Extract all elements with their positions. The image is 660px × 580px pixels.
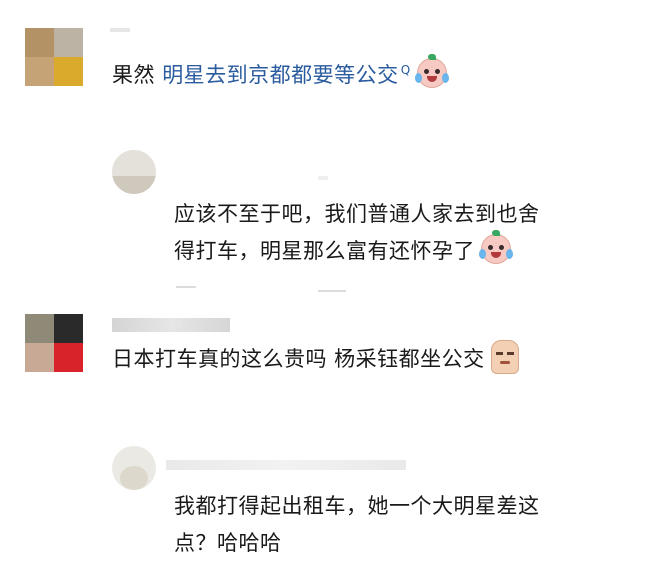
- username-placeholder[interactable]: [166, 460, 406, 470]
- reply-line-1: 我都打得起出租车，她一个大明星差这: [174, 494, 540, 518]
- reply-avatar[interactable]: [112, 150, 156, 194]
- avatar[interactable]: [25, 28, 83, 86]
- reply-avatar[interactable]: [112, 446, 156, 490]
- divider: [176, 286, 196, 288]
- comment-text: 果然 明星去到京都都要等公交 Q: [112, 52, 449, 94]
- reply-text: 应该不至于吧，我们普通人家去到也舍 得打车，明星那么富有还怀孕了: [174, 196, 540, 270]
- smirk-emoji: [490, 340, 519, 374]
- crying-laughing-emoji: [479, 230, 513, 264]
- comment-text: 日本打车真的这么贵吗 杨采钰都坐公交: [112, 340, 519, 378]
- crying-laughing-emoji: [414, 54, 449, 88]
- search-icon[interactable]: Q: [401, 63, 411, 77]
- username-placeholder[interactable]: [112, 318, 230, 332]
- reply-line-2: 点？哈哈哈: [174, 531, 282, 555]
- username-placeholder[interactable]: [318, 176, 328, 180]
- divider: [318, 290, 346, 292]
- reply-line-2: 得打车，明星那么富有还怀孕了: [174, 239, 475, 263]
- username-placeholder[interactable]: [110, 28, 130, 32]
- comment-prefix: 果然: [112, 63, 163, 87]
- avatar[interactable]: [25, 314, 83, 372]
- reply-text: 我都打得起出租车，她一个大明星差这 点？哈哈哈: [174, 488, 540, 562]
- comment-body: 日本打车真的这么贵吗 杨采钰都坐公交: [112, 347, 485, 371]
- topic-link[interactable]: 明星去到京都都要等公交: [162, 63, 399, 87]
- reply-line-1: 应该不至于吧，我们普通人家去到也舍: [174, 202, 540, 226]
